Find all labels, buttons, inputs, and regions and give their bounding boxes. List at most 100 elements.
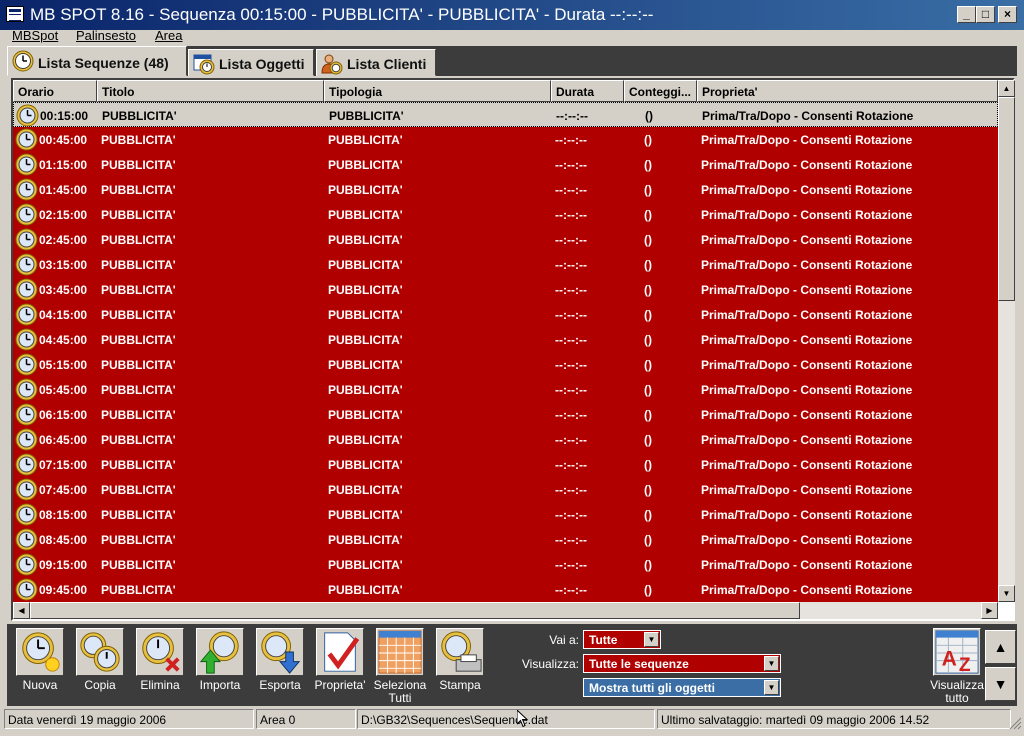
cell-durata: --:--:-- — [555, 433, 587, 447]
table-row[interactable]: 02:45:00 PUBBLICITA' PUBBLICITA' --:--:-- ()… — [13, 227, 998, 252]
seleziona-tutti-button[interactable]: Seleziona Tutti — [374, 628, 426, 706]
cell-proprieta: Prima/Tra/Dopo - Consenti Rotazione — [701, 183, 913, 197]
table-row[interactable]: 01:45:00 PUBBLICITA' PUBBLICITA' --:--:-- ()… — [13, 177, 998, 202]
vertical-scrollbar[interactable]: ▲ ▼ — [998, 80, 1015, 602]
cell-orario: 06:45:00 — [39, 433, 88, 447]
cell-orario: 03:15:00 — [39, 258, 88, 272]
visualizza-dropdown[interactable]: Tutte le sequenze ▼ — [583, 654, 781, 673]
stampa-button[interactable]: Stampa — [434, 628, 486, 706]
importa-button[interactable]: Importa — [194, 628, 246, 706]
cell-proprieta: Prima/Tra/Dopo - Consenti Rotazione — [701, 358, 913, 372]
table-row[interactable]: 05:45:00 PUBBLICITA' PUBBLICITA' --:--:-- ()… — [13, 377, 998, 402]
scroll-down-icon[interactable]: ▼ — [998, 585, 1015, 602]
column-conteggi[interactable]: Conteggi... — [624, 80, 697, 102]
column-titolo[interactable]: Titolo — [97, 80, 324, 102]
menu-mbspot[interactable]: MBSpot — [12, 28, 58, 43]
close-button[interactable]: × — [998, 6, 1017, 23]
tab-lista-sequenze[interactable]: Lista Sequenze (48) — [7, 46, 187, 76]
table-row[interactable]: 08:15:00 PUBBLICITA' PUBBLICITA' --:--:-- ()… — [13, 502, 998, 527]
cell-proprieta: Prima/Tra/Dopo - Consenti Rotazione — [701, 408, 913, 422]
table-row[interactable]: 01:15:00 PUBBLICITA' PUBBLICITA' --:--:-- ()… — [13, 152, 998, 177]
table-row[interactable]: 07:45:00 PUBBLICITA' PUBBLICITA' --:--:-- ()… — [13, 477, 998, 502]
cell-titolo: PUBBLICITA' — [101, 408, 176, 422]
table-row[interactable]: 04:45:00 PUBBLICITA' PUBBLICITA' --:--:-- ()… — [13, 327, 998, 352]
table-row[interactable]: 05:15:00 PUBBLICITA' PUBBLICITA' --:--:-- ()… — [13, 352, 998, 377]
oggetti-dropdown[interactable]: Mostra tutti gli oggetti ▼ — [583, 678, 781, 697]
cell-orario: 05:15:00 — [39, 358, 88, 372]
button-label: Visualizza tutto — [930, 678, 984, 705]
tab-lista-oggetti[interactable]: Lista Oggetti — [188, 49, 314, 76]
chevron-down-icon[interactable]: ▼ — [764, 656, 779, 671]
cell-titolo: PUBBLICITA' — [101, 558, 176, 572]
table-row[interactable]: 04:15:00 PUBBLICITA' PUBBLICITA' --:--:-- ()… — [13, 302, 998, 327]
column-tipologia[interactable]: Tipologia — [324, 80, 551, 102]
column-proprieta[interactable]: Proprieta' — [697, 80, 998, 102]
maximize-button[interactable]: □ — [976, 6, 995, 23]
cell-conteggi: () — [644, 208, 652, 222]
tab-lista-clienti[interactable]: Lista Clienti — [316, 49, 436, 76]
scroll-right-icon[interactable]: ▶ — [981, 602, 998, 619]
table-row[interactable]: 00:45:00 PUBBLICITA' PUBBLICITA' --:--:-- ()… — [13, 127, 998, 152]
elimina-button[interactable]: Elimina — [134, 628, 186, 706]
copia-button[interactable]: Copia — [74, 628, 126, 706]
cell-proprieta: Prima/Tra/Dopo - Consenti Rotazione — [701, 558, 913, 572]
status-date: Data venerdì 19 maggio 2006 — [4, 709, 254, 729]
scroll-up-icon[interactable]: ▲ — [998, 80, 1015, 97]
table-row[interactable]: 07:15:00 PUBBLICITA' PUBBLICITA' --:--:-- ()… — [13, 452, 998, 477]
cell-conteggi: () — [644, 483, 652, 497]
cell-orario: 05:45:00 — [39, 383, 88, 397]
column-durata[interactable]: Durata — [551, 80, 624, 102]
cell-titolo: PUBBLICITA' — [101, 483, 176, 497]
cell-durata: --:--:-- — [555, 158, 587, 172]
table-row[interactable]: 02:15:00 PUBBLICITA' PUBBLICITA' --:--:-- ()… — [13, 202, 998, 227]
cell-tipologia: PUBBLICITA' — [328, 208, 403, 222]
svg-text:Z: Z — [959, 655, 971, 676]
table-row[interactable]: 03:15:00 PUBBLICITA' PUBBLICITA' --:--:-- ()… — [13, 252, 998, 277]
vai-a-dropdown[interactable]: Tutte ▼ — [583, 630, 661, 649]
vai-a-value: Tutte — [589, 633, 618, 647]
clock-export-icon — [256, 628, 304, 676]
clock-icon — [15, 203, 38, 226]
table-row[interactable]: 00:15:00 PUBBLICITA' PUBBLICITA' --:--:-- ()… — [13, 102, 998, 127]
scroll-left-icon[interactable]: ◀ — [13, 602, 30, 619]
app-icon[interactable] — [6, 6, 24, 22]
title-bar: MB SPOT 8.16 - Sequenza 00:15:00 - PUBBL… — [0, 0, 1024, 30]
table-row[interactable]: 06:45:00 PUBBLICITA' PUBBLICITA' --:--:-- ()… — [13, 427, 998, 452]
select-all-grid-icon — [376, 628, 424, 676]
cell-proprieta: Prima/Tra/Dopo - Consenti Rotazione — [701, 333, 913, 347]
table-row[interactable]: 09:15:00 PUBBLICITA' PUBBLICITA' --:--:-- ()… — [13, 552, 998, 577]
vertical-scroll-thumb[interactable] — [998, 97, 1015, 301]
table-row[interactable]: 08:45:00 PUBBLICITA' PUBBLICITA' --:--:-- ()… — [13, 527, 998, 552]
cell-durata: --:--:-- — [555, 308, 587, 322]
table-row[interactable]: 03:45:00 PUBBLICITA' PUBBLICITA' --:--:-- ()… — [13, 277, 998, 302]
clock-icon — [12, 50, 34, 72]
arrow-down-icon[interactable]: ▼ — [985, 667, 1016, 701]
table-body: 00:15:00 PUBBLICITA' PUBBLICITA' --:--:-- ()… — [13, 102, 998, 602]
cell-conteggi: () — [644, 358, 652, 372]
esporta-button[interactable]: Esporta — [254, 628, 306, 706]
column-orario[interactable]: Orario — [13, 80, 97, 102]
menu-palinsesto[interactable]: Palinsesto — [76, 28, 136, 43]
minimize-button[interactable]: _ — [957, 6, 976, 23]
cell-proprieta: Prima/Tra/Dopo - Consenti Rotazione — [701, 158, 913, 172]
chevron-down-icon[interactable]: ▼ — [644, 632, 659, 647]
horizontal-scroll-thumb[interactable] — [30, 602, 800, 619]
horizontal-scrollbar[interactable]: ◀ ▶ — [13, 602, 998, 619]
menu-area[interactable]: Area — [155, 28, 182, 43]
proprieta-button[interactable]: Proprieta' — [314, 628, 366, 706]
visualizza-tutto-button[interactable]: A Z Visualizza tutto — [930, 628, 984, 706]
resize-grip-icon[interactable] — [1008, 716, 1022, 730]
table-row[interactable]: 09:45:00 PUBBLICITA' PUBBLICITA' --:--:-- ()… — [13, 577, 998, 602]
svg-text:A: A — [942, 647, 957, 670]
cell-tipologia: PUBBLICITA' — [328, 583, 403, 597]
cell-orario: 00:15:00 — [40, 109, 89, 123]
nuova-button[interactable]: Nuova — [14, 628, 66, 706]
cell-orario: 06:15:00 — [39, 408, 88, 422]
tab-label: Lista Oggetti — [219, 56, 305, 72]
chevron-down-icon[interactable]: ▼ — [764, 680, 779, 695]
cell-conteggi: () — [644, 158, 652, 172]
clock-icon — [15, 278, 38, 301]
cell-durata: --:--:-- — [555, 283, 587, 297]
arrow-up-icon[interactable]: ▲ — [985, 630, 1016, 664]
table-row[interactable]: 06:15:00 PUBBLICITA' PUBBLICITA' --:--:-- ()… — [13, 402, 998, 427]
